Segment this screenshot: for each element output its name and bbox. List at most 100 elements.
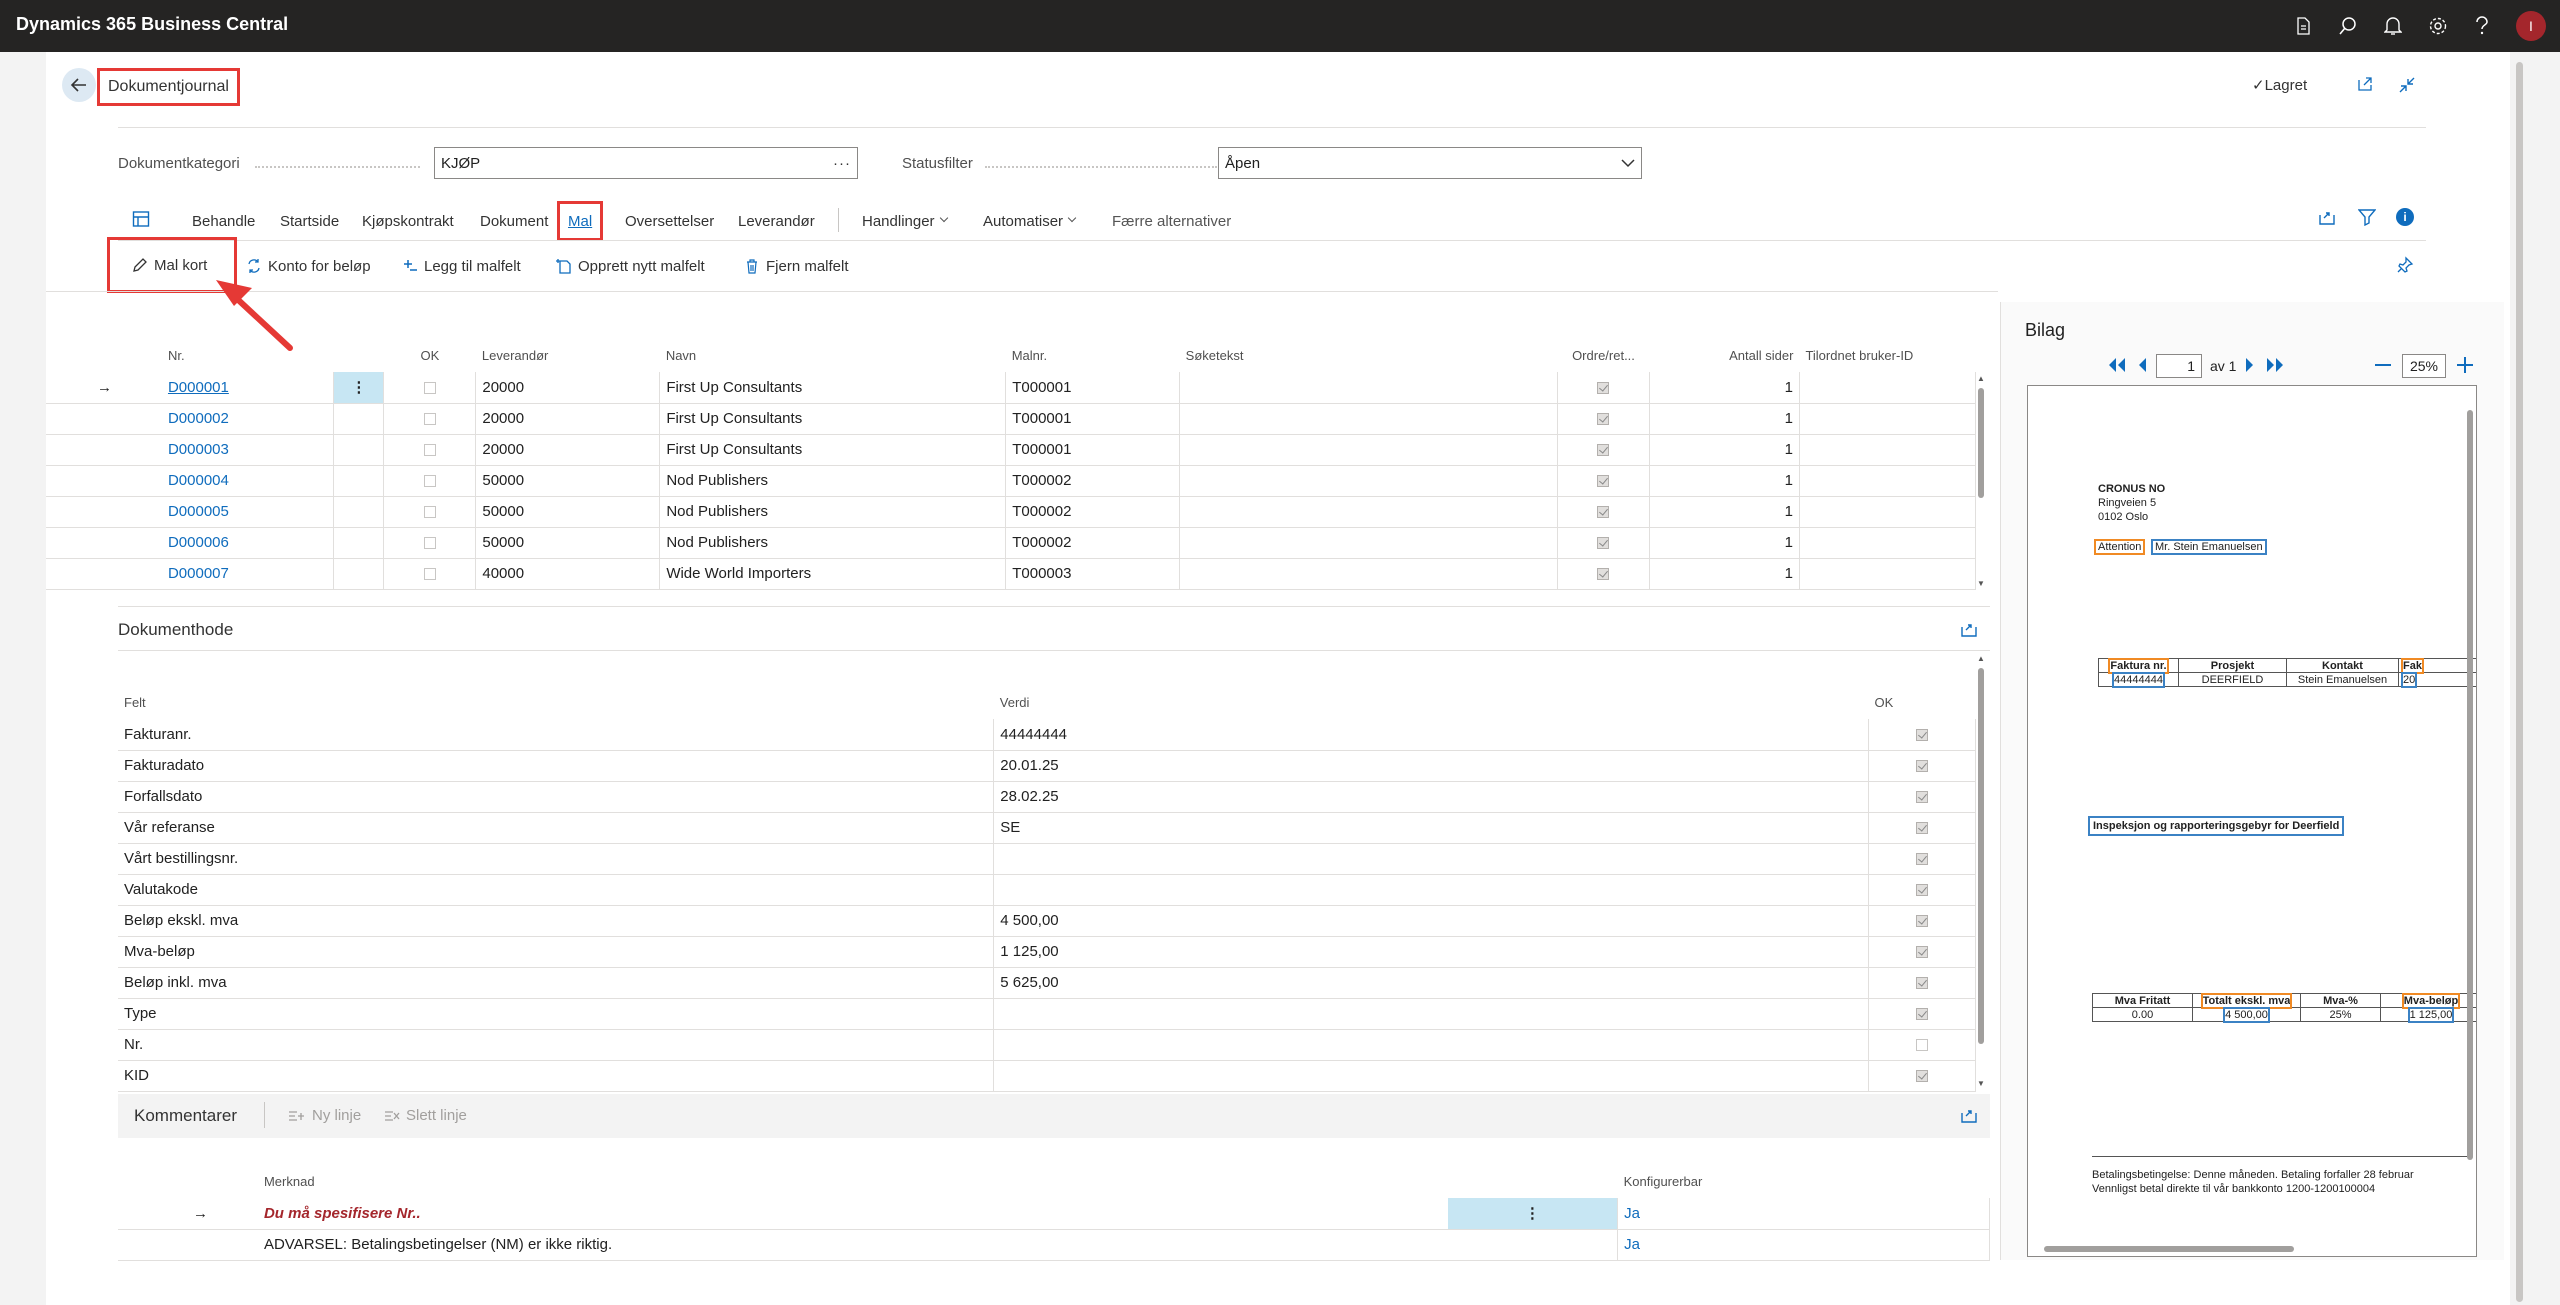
col-name[interactable]: Navn [660, 338, 1006, 372]
table-row[interactable]: Vår referanse SE [118, 812, 1976, 844]
help-icon[interactable] [2474, 16, 2490, 36]
field-ok-checkbox[interactable] [1868, 719, 1976, 751]
field-value[interactable]: 4 500,00 [993, 905, 1870, 937]
share-icon[interactable] [2318, 208, 2336, 230]
table-row[interactable]: D000005 50000 Nod Publishers T000002 1 [46, 496, 1977, 528]
document-header-title[interactable]: Dokumenthode [118, 620, 233, 640]
doc-order-checkbox[interactable] [1557, 434, 1650, 466]
table-row[interactable]: ADVARSEL: Betalingsbetingelser (NM) er i… [118, 1229, 1990, 1261]
field-value[interactable] [993, 1029, 1870, 1061]
page-scrollbar[interactable] [2512, 52, 2526, 1305]
table-row[interactable]: Forfallsdato 28.02.25 [118, 781, 1976, 813]
row-selector[interactable]: → [46, 372, 162, 404]
field-ok-checkbox[interactable] [1868, 936, 1976, 968]
doc-nr-link[interactable]: D000007 [161, 558, 335, 590]
doc-ok-checkbox[interactable] [383, 403, 477, 435]
col-order[interactable]: Ordre/ret... [1558, 338, 1650, 372]
last-page-icon[interactable] [2264, 357, 2286, 376]
nav-mal[interactable]: Mal [556, 201, 604, 241]
comment-configurable[interactable]: Ja [1617, 1229, 1990, 1261]
field-value[interactable]: 28.02.25 [993, 781, 1870, 813]
share-icon[interactable] [1960, 620, 1978, 642]
nav-startside[interactable]: Startside [280, 207, 339, 235]
row-selector[interactable] [46, 403, 162, 435]
open-new-window-icon[interactable] [2357, 76, 2373, 96]
col-value[interactable]: Verdi [994, 685, 1869, 719]
row-menu[interactable]: ⋮ [1447, 1198, 1619, 1230]
field-ok-checkbox[interactable] [1868, 967, 1976, 999]
document-icon[interactable] [2294, 17, 2312, 35]
field-value[interactable]: 20.01.25 [993, 750, 1870, 782]
doc-nr-link[interactable]: D000005 [161, 496, 335, 528]
field-value[interactable] [993, 843, 1870, 875]
field-ok-checkbox[interactable] [1868, 874, 1976, 906]
doc-order-checkbox[interactable] [1557, 465, 1650, 497]
col-field[interactable]: Felt [118, 685, 994, 719]
fjern-malfelt-button[interactable]: Fjern malfelt [744, 250, 849, 282]
row-menu[interactable] [333, 403, 385, 435]
row-menu[interactable] [333, 434, 385, 466]
row-menu[interactable] [333, 558, 385, 590]
nav-oversettelser[interactable]: Oversettelser [625, 207, 714, 235]
table-row[interactable]: Mva-beløp 1 125,00 [118, 936, 1976, 968]
field-ok-checkbox[interactable] [1868, 843, 1976, 875]
pdf-horizontal-scrollbar[interactable] [2034, 1244, 2464, 1254]
field-ok-checkbox[interactable] [1868, 812, 1976, 844]
nav-automatiser[interactable]: Automatiser [983, 207, 1077, 235]
new-line-button[interactable]: Ny linje [288, 1107, 361, 1124]
col-template[interactable]: Malnr. [1006, 338, 1180, 372]
field-ok-checkbox[interactable] [1868, 998, 1976, 1030]
table-row[interactable]: Fakturadato 20.01.25 [118, 750, 1976, 782]
previous-page-icon[interactable] [2136, 357, 2148, 376]
row-selector[interactable] [118, 1229, 258, 1261]
comments-title[interactable]: Kommentarer [134, 1106, 237, 1126]
doc-nr-link[interactable]: D000003 [161, 434, 335, 466]
field-ok-checkbox[interactable] [1868, 905, 1976, 937]
doc-nr-link[interactable]: D000004 [161, 465, 335, 497]
nav-behandle[interactable]: Behandle [192, 207, 255, 235]
col-search[interactable]: Søketekst [1180, 338, 1558, 372]
back-button[interactable] [62, 68, 96, 102]
row-selector[interactable] [46, 527, 162, 559]
table-row[interactable]: → Du må spesifisere Nr.. ⋮ Ja [118, 1198, 1990, 1230]
row-selector[interactable] [46, 434, 162, 466]
table-row[interactable]: Vårt bestillingsnr. [118, 843, 1976, 875]
share-icon[interactable] [1960, 1106, 1978, 1128]
table-row[interactable]: → D000001 ⋮ 20000 First Up Consultants T00000… [46, 372, 1977, 404]
row-menu[interactable] [333, 465, 385, 497]
nav-leverandor[interactable]: Leverandør [738, 207, 815, 235]
avatar[interactable]: I [2516, 11, 2546, 41]
table-row[interactable]: Type [118, 998, 1976, 1030]
doc-order-checkbox[interactable] [1557, 527, 1650, 559]
row-menu[interactable] [333, 496, 385, 528]
field-value[interactable] [993, 998, 1870, 1030]
table-row[interactable]: D000003 20000 First Up Consultants T000001 1 [46, 434, 1977, 466]
doc-nr-link[interactable]: D000006 [161, 527, 335, 559]
doc-nr-link[interactable]: D000001 [161, 372, 335, 404]
field-ok-checkbox[interactable] [1868, 1060, 1976, 1092]
col-note[interactable]: Merknad [258, 1164, 1448, 1198]
row-menu[interactable] [1447, 1229, 1619, 1261]
col-ok[interactable]: OK [384, 338, 476, 372]
doc-nr-link[interactable]: D000002 [161, 403, 335, 435]
field-value[interactable] [993, 1060, 1870, 1092]
more-icon[interactable]: ··· [833, 155, 851, 172]
konto-for-belop-button[interactable]: Konto for beløp [246, 250, 371, 282]
zoom-out-icon[interactable] [2374, 357, 2392, 376]
col-configurable[interactable]: Konfigurerbar [1618, 1164, 1990, 1198]
row-selector[interactable]: → [118, 1198, 258, 1230]
table-row[interactable]: D000002 20000 First Up Consultants T000001 1 [46, 403, 1977, 435]
col-nr[interactable]: Nr. [162, 338, 334, 372]
info-icon[interactable]: i [2396, 208, 2414, 226]
header-scrollbar[interactable]: ▲ ▼ [1976, 652, 1986, 1088]
mal-kort-button[interactable]: Mal kort [107, 237, 237, 293]
field-value[interactable]: SE [993, 812, 1870, 844]
doc-ok-checkbox[interactable] [383, 465, 477, 497]
field-ok-checkbox[interactable] [1868, 750, 1976, 782]
table-row[interactable]: D000004 50000 Nod Publishers T000002 1 [46, 465, 1977, 497]
field-value[interactable] [993, 874, 1870, 906]
row-menu[interactable]: ⋮ [333, 372, 385, 404]
comment-configurable[interactable]: Ja [1617, 1198, 1990, 1230]
doc-ok-checkbox[interactable] [383, 372, 477, 404]
filter-icon[interactable] [2357, 208, 2377, 230]
